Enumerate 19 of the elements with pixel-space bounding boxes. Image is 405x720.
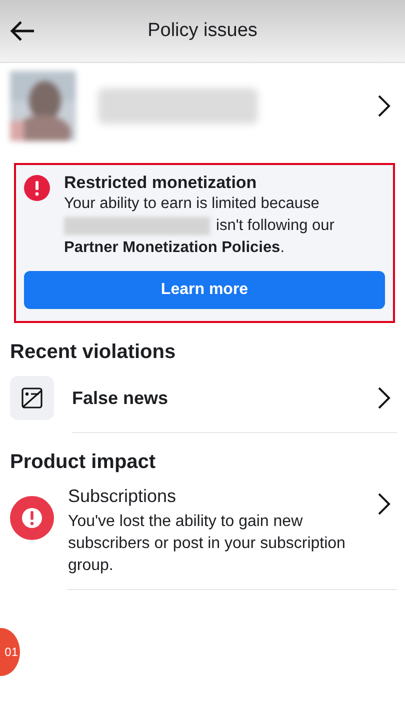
- alert-text: Partner Monetization Policies.: [64, 238, 286, 258]
- learn-more-button[interactable]: Learn more: [24, 271, 385, 309]
- alert-icon: [10, 496, 54, 540]
- image-icon: [10, 376, 54, 420]
- alert-title: Restricted monetization: [64, 173, 258, 193]
- impact-description: You've lost the ability to gain new subscribers or post in your subscription group.: [68, 512, 346, 576]
- back-arrow-icon[interactable]: [10, 20, 36, 42]
- chevron-right-icon: [377, 386, 391, 410]
- chevron-right-icon: [377, 94, 391, 118]
- section-heading: Product impact: [10, 451, 157, 474]
- floating-badge[interactable]: 01: [0, 628, 20, 676]
- alert-text: Your ability to earn is limited because: [64, 194, 320, 214]
- violation-title[interactable]: False news: [72, 388, 168, 408]
- section-heading: Recent violations: [10, 341, 177, 364]
- page-title: Policy issues: [148, 20, 258, 42]
- impact-title[interactable]: Subscriptions: [68, 486, 377, 507]
- chevron-right-icon: [377, 492, 391, 516]
- alert-icon: [24, 175, 50, 201]
- alert-text: isn't following our: [216, 216, 334, 236]
